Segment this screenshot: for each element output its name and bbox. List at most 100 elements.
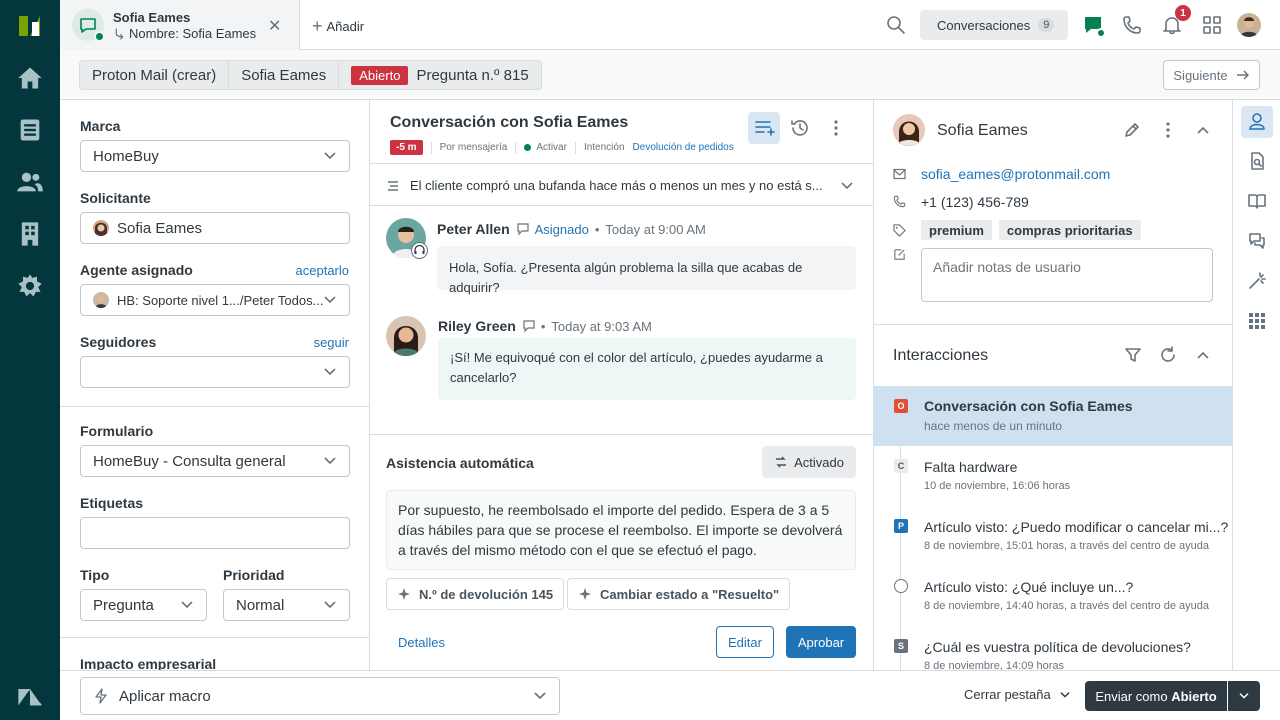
- requester-avatar: [93, 220, 109, 236]
- history-icon[interactable]: [790, 118, 810, 138]
- tag-premium[interactable]: premium: [921, 220, 992, 240]
- breadcrumb-requester[interactable]: Sofia Eames: [229, 60, 340, 90]
- summary-text: El cliente compró una bufanda hace más o…: [410, 178, 823, 193]
- type-select[interactable]: Pregunta: [80, 589, 207, 621]
- intent-value[interactable]: Devolución de pedidos: [633, 142, 734, 153]
- close-tab-icon[interactable]: ✕: [268, 16, 281, 36]
- ticket-breadcrumb-bar: Proton Mail (crear) Sofia Eames Abierto …: [60, 50, 1280, 100]
- filter-icon[interactable]: [1124, 346, 1142, 364]
- main-nav: [0, 0, 60, 720]
- chevron-down-icon: [841, 181, 853, 189]
- more-options-icon[interactable]: [826, 118, 846, 138]
- ticket-tab[interactable]: Sofia Eames Nombre: Sofia Eames ✕: [60, 0, 300, 50]
- submit-options-button[interactable]: [1228, 681, 1260, 711]
- priority-select[interactable]: Normal: [223, 589, 350, 621]
- interaction-item[interactable]: C Falta hardware 10 de noviembre, 16:06 …: [874, 446, 1232, 506]
- notifications-bell-icon[interactable]: 1: [1162, 5, 1191, 35]
- apps-grid-icon[interactable]: [1202, 15, 1222, 35]
- admin-gear-icon[interactable]: [16, 272, 44, 300]
- action-label: N.º de devolución 145: [419, 586, 554, 602]
- phone-icon[interactable]: [1122, 15, 1142, 35]
- interaction-item[interactable]: P Artículo visto: ¿Puedo modificar o can…: [874, 506, 1232, 566]
- summary-row[interactable]: El cliente compró una bufanda hace más o…: [386, 178, 854, 193]
- conversations-count: 9: [1038, 18, 1055, 32]
- suggested-reply[interactable]: Por supuesto, he reembolsado el importe …: [386, 490, 856, 570]
- interaction-item[interactable]: Artículo visto: ¿Qué incluye un...? 8 de…: [874, 566, 1232, 626]
- customer-email[interactable]: sofia_eames@protonmail.com: [921, 166, 1110, 182]
- chat-bubbles-icon[interactable]: [1248, 232, 1266, 250]
- divider: [60, 637, 369, 638]
- collapse-chevron-icon[interactable]: [1196, 125, 1210, 135]
- knowledge-search-icon[interactable]: [1248, 152, 1266, 170]
- customer-context-button[interactable]: [1241, 106, 1273, 138]
- action-change-status[interactable]: Cambiar estado a "Resuelto": [567, 578, 791, 610]
- brand-select[interactable]: HomeBuy: [80, 140, 350, 172]
- list-add-icon: [755, 121, 775, 136]
- breadcrumb-ticket[interactable]: Abierto Pregunta n.º 815: [339, 60, 542, 90]
- chevron-down-icon: [181, 601, 193, 609]
- assignee-value: HB: Soporte nivel 1.../Peter Todos...: [117, 292, 324, 308]
- add-tab-label: Añadir: [326, 19, 365, 34]
- context-rail: [1232, 100, 1280, 670]
- apps-grid-icon[interactable]: [1248, 312, 1266, 330]
- tag-priority-purchases[interactable]: compras prioritarias: [998, 220, 1141, 240]
- chevron-down-icon: [534, 692, 546, 700]
- details-link[interactable]: Detalles: [398, 635, 445, 650]
- interaction-item-active[interactable]: O Conversación con Sofia Eames hace meno…: [874, 386, 1232, 446]
- conversation-badge: O: [894, 399, 908, 413]
- messaging-status-icon[interactable]: [1082, 14, 1106, 38]
- search-icon[interactable]: [886, 15, 906, 35]
- close-tab-dropdown[interactable]: Cerrar pestaña: [964, 687, 1071, 702]
- requester-value: Sofia Eames: [117, 219, 203, 237]
- zendesk-logo[interactable]: [16, 12, 44, 40]
- edit-pencil-icon[interactable]: [1123, 121, 1141, 139]
- message-bubble: Hola, Sofía. ¿Presenta algún problema la…: [437, 246, 856, 295]
- dot-separator: •: [540, 318, 546, 334]
- customer-context-panel: Sofia Eames sofia_eames@protonmail.com +…: [873, 100, 1232, 670]
- chevron-down-icon: [324, 296, 336, 304]
- organizations-icon[interactable]: [16, 220, 44, 248]
- refresh-icon[interactable]: [1159, 346, 1177, 364]
- more-options-icon[interactable]: [1159, 121, 1177, 139]
- requester-field[interactable]: Sofia Eames: [80, 212, 350, 244]
- edit-button[interactable]: Editar: [716, 626, 774, 658]
- comment-icon: [517, 223, 529, 236]
- comment-icon: [523, 320, 535, 333]
- auto-assist-icon: [776, 456, 787, 468]
- interaction-title: Artículo visto: ¿Puedo modificar o cance…: [924, 519, 1229, 535]
- next-button[interactable]: Siguiente: [1163, 60, 1260, 90]
- sla-badge: -5 m: [390, 140, 423, 155]
- collapse-chevron-icon[interactable]: [1196, 350, 1210, 360]
- breadcrumb-organization[interactable]: Proton Mail (crear): [79, 60, 230, 90]
- customers-icon[interactable]: [16, 168, 44, 196]
- tags-input[interactable]: [80, 517, 350, 549]
- message-header: Peter Allen Asignado • Today at 9:00 AM: [437, 221, 706, 237]
- user-avatar[interactable]: [1237, 13, 1261, 37]
- status-label: Activar: [536, 142, 567, 153]
- conversations-button[interactable]: Conversaciones 9: [920, 10, 1068, 40]
- add-tab-button[interactable]: + Añadir: [312, 16, 364, 37]
- home-icon[interactable]: [16, 64, 44, 92]
- user-notes-input[interactable]: [921, 248, 1213, 302]
- apply-macro-select[interactable]: Aplicar macro: [80, 677, 560, 715]
- form-select[interactable]: HomeBuy - Consulta general: [80, 445, 350, 477]
- context-panel-button[interactable]: [748, 112, 780, 144]
- channel-label: Por mensajería: [439, 142, 508, 153]
- take-it-link[interactable]: aceptarlo: [296, 263, 349, 278]
- interaction-item[interactable]: S ¿Cuál es vuestra política de devolucio…: [874, 626, 1232, 670]
- approve-button[interactable]: Aprobar: [786, 626, 856, 658]
- book-icon[interactable]: [1248, 192, 1266, 210]
- assignee-select[interactable]: HB: Soporte nivel 1.../Peter Todos...: [80, 284, 350, 316]
- views-icon[interactable]: [16, 116, 44, 144]
- business-impact-label: Impacto empresarial: [80, 656, 217, 670]
- follow-link[interactable]: seguir: [314, 335, 349, 350]
- tag-icon: [893, 224, 906, 237]
- interaction-title: ¿Cuál es vuestra política de devolucione…: [924, 639, 1191, 655]
- submit-button[interactable]: Enviar como Abierto: [1085, 681, 1227, 711]
- search-badge: S: [894, 639, 908, 653]
- followers-select[interactable]: [80, 356, 350, 388]
- activated-button[interactable]: Activado: [762, 446, 856, 478]
- magic-wand-icon[interactable]: [1248, 272, 1266, 290]
- requester-label: Solicitante: [80, 190, 151, 206]
- action-return-number[interactable]: N.º de devolución 145: [386, 578, 565, 610]
